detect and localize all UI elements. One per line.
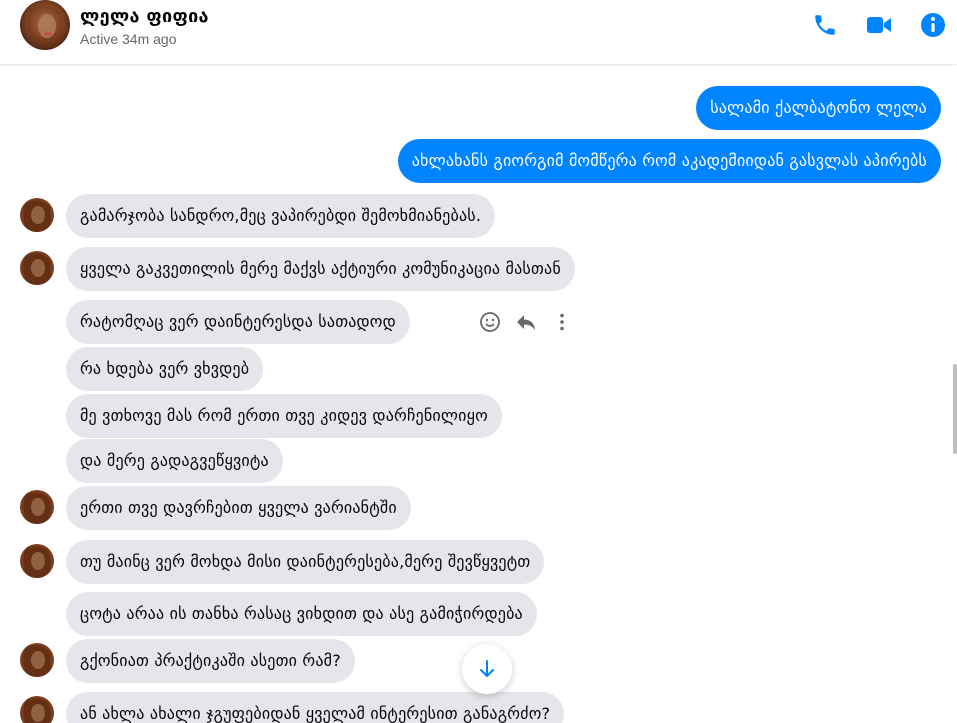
phone-icon[interactable]: [810, 10, 840, 40]
incoming-message[interactable]: თუ მაინც ვერ მოხდა მისი დაინტერესება,მერ…: [66, 540, 545, 584]
chat-header: ლელა ფიფია Active 34m ago: [0, 0, 957, 64]
video-icon[interactable]: [864, 10, 894, 40]
message-row: სალამი ქალბატონო ლელა: [0, 84, 957, 132]
incoming-message[interactable]: რატომღაც ვერ დაინტერესდა სათადოდ: [66, 300, 410, 344]
outgoing-message[interactable]: ახლახანს გიორგიმ მომწერა რომ აკადემიიდან…: [397, 139, 941, 183]
sender-avatar[interactable]: [20, 251, 54, 285]
outgoing-message[interactable]: სალამი ქალბატონო ლელა: [696, 86, 941, 130]
contact-name[interactable]: ლელა ფიფია: [80, 6, 209, 27]
sender-avatar[interactable]: [20, 198, 54, 232]
incoming-message[interactable]: ან ახლა ახალი ჯგუფებიდან ყველამ ინტერესი…: [66, 692, 565, 723]
info-icon[interactable]: [918, 10, 948, 40]
incoming-message[interactable]: ერთი თვე დავრჩებით ყველა ვარიანტში: [66, 486, 411, 530]
message-row: და მერე გადაგვეწყვიტა: [0, 437, 957, 485]
sender-avatar[interactable]: [20, 490, 54, 524]
message-thread[interactable]: სალამი ქალბატონო ლელა ახლახანს გიორგიმ მ…: [0, 64, 957, 723]
message-row: ერთი თვე დავრჩებით ყველა ვარიანტში: [0, 484, 957, 532]
emoji-react-icon[interactable]: [478, 310, 502, 334]
message-row: რა ხდება ვერ ვხვდებ: [0, 345, 957, 393]
message-row: ცოტა არაა ის თანხა რასაც ვიხდით და ასე გ…: [0, 590, 957, 638]
incoming-message[interactable]: ცოტა არაა ის თანხა რასაც ვიხდით და ასე გ…: [66, 592, 537, 636]
arrow-down-icon: [480, 660, 494, 677]
contact-status: Active 34m ago: [80, 31, 177, 47]
reply-icon[interactable]: [514, 310, 538, 334]
message-row: გამარჯობა სანდრო,მეც ვაპირებდი შემოხმიან…: [0, 192, 957, 240]
message-hover-actions: [478, 310, 574, 334]
more-icon[interactable]: [550, 310, 574, 334]
incoming-message[interactable]: მე ვთხოვე მას რომ ერთი თვე კიდევ დარჩენი…: [66, 394, 502, 438]
sender-avatar[interactable]: [20, 544, 54, 578]
sender-avatar[interactable]: [20, 696, 54, 723]
messenger-chat-window: ლელა ფიფია Active 34m ago სალამი ქალბატო…: [0, 0, 957, 723]
incoming-message[interactable]: და მერე გადაგვეწყვიტა: [66, 439, 283, 483]
message-row: ახლახანს გიორგიმ მომწერა რომ აკადემიიდან…: [0, 137, 957, 185]
message-row: ან ახლა ახალი ჯგუფებიდან ყველამ ინტერესი…: [0, 690, 957, 723]
incoming-message[interactable]: გამარჯობა სანდრო,მეც ვაპირებდი შემოხმიან…: [66, 194, 496, 238]
incoming-message[interactable]: რა ხდება ვერ ვხვდებ: [66, 347, 264, 391]
incoming-message[interactable]: გქონიათ პრაქტიკაში ასეთი რამ?: [66, 639, 355, 683]
message-row: ყველა გაკვეთილის მერე მაქვს აქტიური კომუ…: [0, 245, 957, 293]
incoming-message[interactable]: ყველა გაკვეთილის მერე მაქვს აქტიური კომუ…: [66, 247, 575, 291]
sender-avatar[interactable]: [20, 643, 54, 677]
message-row: რატომღაც ვერ დაინტერესდა სათადოდ: [0, 298, 957, 346]
scroll-to-bottom-button[interactable]: [462, 644, 512, 694]
thread-scrollbar[interactable]: [953, 64, 957, 723]
contact-avatar[interactable]: [20, 0, 70, 50]
scrollbar-thumb[interactable]: [953, 364, 957, 454]
message-row: თუ მაინც ვერ მოხდა მისი დაინტერესება,მერ…: [0, 538, 957, 586]
message-row: მე ვთხოვე მას რომ ერთი თვე კიდევ დარჩენი…: [0, 392, 957, 440]
